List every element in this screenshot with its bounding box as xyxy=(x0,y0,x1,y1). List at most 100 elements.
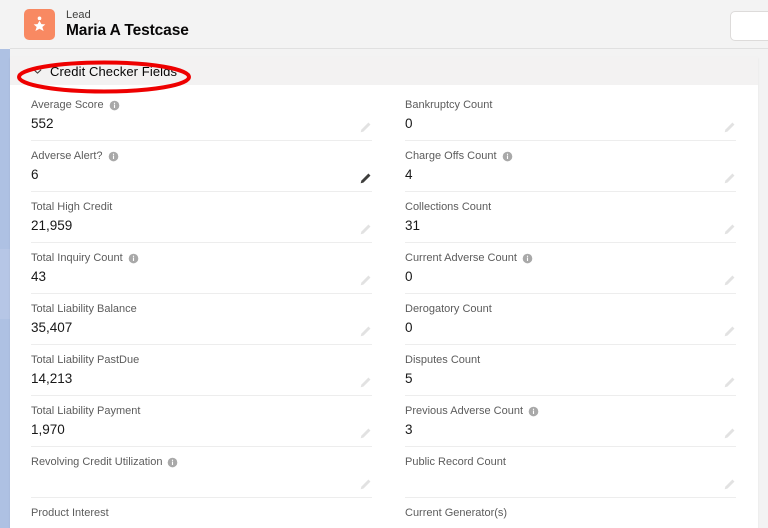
field-label-text: Current Adverse Count xyxy=(405,252,517,264)
field-value: 21,959 xyxy=(31,218,73,233)
field-row: Average Score 552 xyxy=(31,97,372,141)
edit-pencil-icon[interactable] xyxy=(359,376,372,389)
info-icon[interactable] xyxy=(108,151,119,162)
edit-pencil-icon[interactable] xyxy=(359,478,372,491)
field-label: Public Record Count xyxy=(405,454,736,469)
field-value xyxy=(31,469,372,491)
field-row: Revolving Credit Utilization xyxy=(31,454,372,498)
info-icon[interactable] xyxy=(109,100,120,111)
field-label: Total Liability Payment xyxy=(31,403,372,418)
field-label: Current Adverse Count xyxy=(405,250,736,265)
field-label-text: Total High Credit xyxy=(31,201,113,213)
field-label: Average Score xyxy=(31,97,372,112)
field-row: Bankruptcy Count 0 xyxy=(405,97,736,141)
field-value: 14,213 xyxy=(31,371,73,386)
field-value: 5 xyxy=(405,371,413,386)
edit-pencil-icon[interactable] xyxy=(359,223,372,236)
field-value: 31 xyxy=(405,218,421,233)
info-icon[interactable] xyxy=(167,457,178,468)
field-row: Adverse Alert? 6 xyxy=(31,148,372,192)
field-label-text: Average Score xyxy=(31,99,104,111)
field-value: 6 xyxy=(31,167,39,182)
field-value: 43 xyxy=(31,269,47,284)
edit-pencil-icon[interactable] xyxy=(723,478,736,491)
field-row: Collections Count 31 xyxy=(405,199,736,243)
field-value: 35,407 xyxy=(31,320,73,335)
edit-pencil-icon[interactable] xyxy=(723,172,736,185)
field-row: Derogatory Count 0 xyxy=(405,301,736,345)
field-label: Collections Count xyxy=(405,199,736,214)
info-icon[interactable] xyxy=(502,151,513,162)
edit-pencil-icon[interactable] xyxy=(723,121,736,134)
section-title: Credit Checker Fields xyxy=(50,63,178,79)
field-row: Disputes Count 5 xyxy=(405,352,736,396)
edit-pencil-icon[interactable] xyxy=(359,172,372,185)
edit-pencil-icon[interactable] xyxy=(723,274,736,287)
field-label-text: Collections Count xyxy=(405,201,492,213)
field-label-text: Derogatory Count xyxy=(405,303,492,315)
field-value xyxy=(31,520,372,528)
field-value xyxy=(405,520,736,528)
record-type-label: Lead xyxy=(66,9,91,22)
field-label-text: Revolving Credit Utilization xyxy=(31,456,163,468)
credit-checker-fields-card: Credit Checker Fields Average Score 552 Ad… xyxy=(10,57,758,528)
field-column-right: Bankruptcy Count 0 Charge Offs Count 4 Colle… xyxy=(384,97,758,528)
field-label: Total Liability Balance xyxy=(31,301,372,316)
field-value: 0 xyxy=(405,116,413,131)
edit-pencil-icon[interactable] xyxy=(723,376,736,389)
field-label-text: Total Liability Balance xyxy=(31,303,137,315)
field-row: Current Generator(s) xyxy=(405,505,736,528)
field-label-text: Bankruptcy Count xyxy=(405,99,493,111)
edit-pencil-icon[interactable] xyxy=(723,223,736,236)
field-label: Revolving Credit Utilization xyxy=(31,454,372,469)
field-value xyxy=(405,469,736,491)
left-rail-highlight xyxy=(0,249,10,319)
edit-pencil-icon[interactable] xyxy=(359,274,372,287)
field-label-text: Disputes Count xyxy=(405,354,481,366)
lead-person-icon xyxy=(24,9,55,40)
edit-pencil-icon[interactable] xyxy=(359,427,372,440)
field-row: Product Interest xyxy=(31,505,372,528)
field-row: Total Liability Balance 35,407 xyxy=(31,301,372,345)
field-label: Adverse Alert? xyxy=(31,148,372,163)
field-value: 1,970 xyxy=(31,422,65,437)
field-value: 552 xyxy=(31,116,54,131)
field-label: Total Inquiry Count xyxy=(31,250,372,265)
info-icon[interactable] xyxy=(522,253,533,264)
field-row: Charge Offs Count 4 xyxy=(405,148,736,192)
field-label: Charge Offs Count xyxy=(405,148,736,163)
field-value: 4 xyxy=(405,167,413,182)
field-label-text: Product Interest xyxy=(31,507,109,519)
field-row: Total Inquiry Count 43 xyxy=(31,250,372,294)
field-value: 3 xyxy=(405,422,413,437)
field-label-text: Total Liability Payment xyxy=(31,405,141,417)
header-action-button[interactable] xyxy=(730,11,768,41)
record-header: Lead Maria A Testcase xyxy=(10,0,768,49)
field-label-text: Previous Adverse Count xyxy=(405,405,524,417)
lead-record-page: Lead Maria A Testcase Credit Checker Fie… xyxy=(0,0,768,528)
field-row: Previous Adverse Count 3 xyxy=(405,403,736,447)
field-value: 0 xyxy=(405,269,413,284)
edit-pencil-icon[interactable] xyxy=(359,325,372,338)
field-label-text: Current Generator(s) xyxy=(405,507,508,519)
field-label-text: Charge Offs Count xyxy=(405,150,497,162)
field-label: Derogatory Count xyxy=(405,301,736,316)
field-label: Total High Credit xyxy=(31,199,372,214)
info-icon[interactable] xyxy=(528,406,539,417)
chevron-down-icon[interactable] xyxy=(31,65,43,77)
field-column-left: Average Score 552 Adverse Alert? 6 Total Hig… xyxy=(10,97,384,528)
left-navigation-rail xyxy=(0,49,10,528)
field-label: Bankruptcy Count xyxy=(405,97,736,112)
field-label-text: Adverse Alert? xyxy=(31,150,103,162)
edit-pencil-icon[interactable] xyxy=(723,427,736,440)
field-value: 0 xyxy=(405,320,413,335)
field-label: Previous Adverse Count xyxy=(405,403,736,418)
field-row: Current Adverse Count 0 xyxy=(405,250,736,294)
edit-pencil-icon[interactable] xyxy=(359,121,372,134)
field-label: Product Interest xyxy=(31,505,372,520)
info-icon[interactable] xyxy=(128,253,139,264)
field-row: Public Record Count xyxy=(405,454,736,498)
field-label: Total Liability PastDue xyxy=(31,352,372,367)
edit-pencil-icon[interactable] xyxy=(723,325,736,338)
section-header-credit-checker-fields[interactable]: Credit Checker Fields xyxy=(10,57,758,86)
